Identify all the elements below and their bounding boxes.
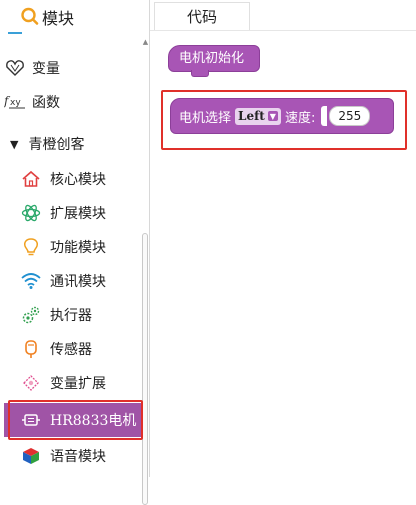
sidebar-item-label: 执行器: [50, 308, 92, 324]
sidebar-item-label: 变量: [32, 61, 60, 77]
sidebar-item-variable-extension[interactable]: 变量扩展: [0, 367, 142, 399]
sidebar-item-function-modules[interactable]: 功能模块: [0, 231, 142, 263]
lightbulb-icon: [20, 236, 42, 258]
svg-text:xy: xy: [10, 98, 21, 108]
sidebar-item-label: 函数: [32, 95, 60, 111]
scrollbar-thumb[interactable]: [142, 233, 148, 505]
sidebar-header-label: 模块: [42, 9, 75, 28]
sidebar-group-qingcheng[interactable]: ▼ 青橙创客: [0, 128, 142, 160]
sidebar-item-label: 扩展模块: [50, 206, 106, 222]
sidebar-scrollbar[interactable]: ▲: [142, 38, 149, 505]
sensor-icon: [20, 338, 42, 360]
atom-icon: [20, 202, 42, 224]
sidebar-item-label: 通讯模块: [50, 274, 106, 290]
header-underline: [8, 32, 22, 34]
sidebar-item-label: 核心模块: [50, 172, 106, 188]
triangle-down-icon[interactable]: ▼: [10, 138, 18, 151]
cube-icon: [20, 445, 42, 467]
scroll-up-icon[interactable]: ▲: [142, 38, 149, 46]
sidebar-item-variables[interactable]: 变量: [0, 52, 142, 84]
block-connector: [191, 70, 209, 77]
tab-divider: [150, 30, 416, 31]
sidebar-item-functions[interactable]: f xy 函数: [0, 86, 142, 118]
search-icon[interactable]: [20, 6, 40, 26]
sidebar-item-sensors[interactable]: 传感器: [0, 333, 142, 365]
sidebar-item-label: 变量扩展: [50, 376, 106, 392]
function-xy-icon: f xy: [4, 91, 26, 113]
sidebar-item-label: 青橙创客: [28, 137, 85, 153]
sidebar-item-communication-modules[interactable]: 通讯模块: [0, 265, 142, 297]
house-icon: [20, 168, 42, 190]
tab-code[interactable]: 代码: [154, 2, 250, 30]
block-highlight: [161, 90, 407, 150]
puzzle-icon: [20, 372, 42, 394]
heart-outline-icon: [4, 57, 26, 79]
sidebar-item-core-modules[interactable]: 核心模块: [0, 163, 142, 195]
sidebar-header[interactable]: 模块: [0, 0, 150, 34]
gears-icon: [20, 304, 42, 326]
sidebar-item-actuators[interactable]: 执行器: [0, 299, 142, 331]
wifi-icon: [20, 270, 42, 292]
sidebar-item-extension-modules[interactable]: 扩展模块: [0, 197, 142, 229]
sidebar-item-label: 语音模块: [50, 449, 106, 465]
sidebar-item-label: 传感器: [50, 342, 92, 358]
sidebar-item-label: 功能模块: [50, 240, 106, 256]
motor-init-block[interactable]: 电机初始化: [168, 45, 260, 77]
selected-item-highlight: [8, 400, 143, 440]
block-label: 电机初始化: [179, 51, 245, 66]
sidebar-item-voice-modules[interactable]: 语音模块: [0, 440, 142, 472]
